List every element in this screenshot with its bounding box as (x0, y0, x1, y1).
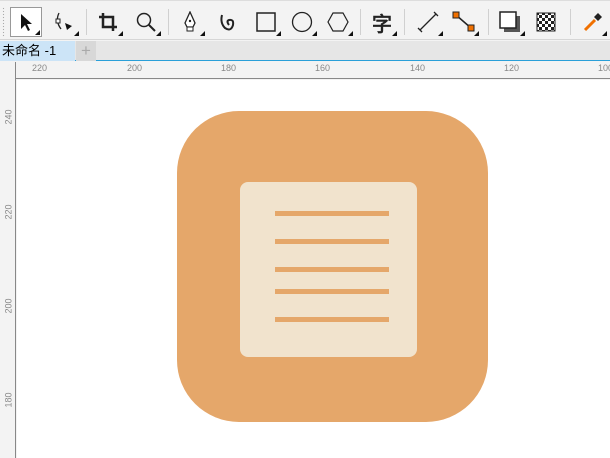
ruler-label: 100 (598, 63, 610, 73)
eyedropper-icon (583, 13, 602, 32)
transparency-tool-button[interactable] (530, 7, 562, 37)
text-line-shape[interactable] (275, 239, 389, 244)
polygon-tool-button[interactable] (322, 7, 354, 37)
ruler-label: 120 (504, 63, 520, 73)
connector-tool-button[interactable] (448, 7, 480, 37)
zoom-tool-button[interactable] (130, 7, 162, 37)
rectangle-icon (256, 12, 276, 32)
ellipse-tool-button[interactable] (286, 7, 318, 37)
shape-tool-button[interactable] (48, 7, 80, 37)
text-icon: 字 (372, 13, 392, 36)
shape-node-icon (55, 12, 72, 30)
text-line-shape[interactable] (275, 267, 389, 272)
crop-icon (99, 13, 117, 31)
vertical-ruler[interactable]: 240 220 200 180 (0, 62, 16, 458)
separator (488, 9, 489, 35)
connector-icon (452, 11, 475, 32)
separator (86, 9, 87, 35)
drop-shadow-tool-button[interactable] (494, 7, 526, 37)
horizontal-ruler[interactable]: 220 200 180 160 140 120 100 (16, 62, 610, 79)
add-document-button[interactable]: + (76, 41, 96, 61)
document-tabs: 未命名 -1 + (0, 41, 610, 61)
ruler-label: 200 (3, 298, 14, 314)
toolbar-grip[interactable] (2, 7, 5, 37)
ruler-label: 220 (3, 204, 14, 220)
ruler-label: 180 (3, 392, 14, 408)
ellipse-icon (291, 11, 313, 33)
magnifier-icon (136, 12, 156, 32)
ruler-label: 200 (127, 63, 143, 73)
text-line-shape[interactable] (275, 211, 389, 216)
freehand-tool-button[interactable] (212, 7, 244, 37)
rectangle-tool-button[interactable] (250, 7, 282, 37)
pointer-icon (21, 14, 32, 31)
dimension-tool-button[interactable] (412, 7, 444, 37)
ruler-label: 240 (3, 109, 14, 125)
pen-nib-icon (184, 11, 196, 32)
curve-icon (220, 14, 235, 31)
text-tool-button[interactable]: 字 (366, 7, 398, 37)
separator (570, 9, 571, 35)
hexagon-icon (327, 12, 349, 32)
tab-document[interactable]: 未命名 -1 (0, 41, 75, 61)
ruler-label: 180 (221, 63, 237, 73)
checkerboard-icon (536, 12, 556, 32)
eyedropper-tool-button[interactable] (576, 7, 608, 37)
separator (168, 9, 169, 35)
pick-tool-button[interactable] (10, 7, 42, 37)
separator (404, 9, 405, 35)
main-toolbar: 字 (0, 0, 610, 40)
text-line-shape[interactable] (275, 317, 389, 322)
text-line-shape[interactable] (275, 289, 389, 294)
ruler-label: 160 (315, 63, 331, 73)
crop-tool-button[interactable] (92, 7, 124, 37)
ruler-label: 220 (32, 63, 48, 73)
ruler-label: 140 (410, 63, 426, 73)
separator (360, 9, 361, 35)
pen-tool-button[interactable] (174, 7, 206, 37)
drop-shadow-icon (499, 11, 520, 32)
dimension-line-icon (417, 11, 439, 33)
